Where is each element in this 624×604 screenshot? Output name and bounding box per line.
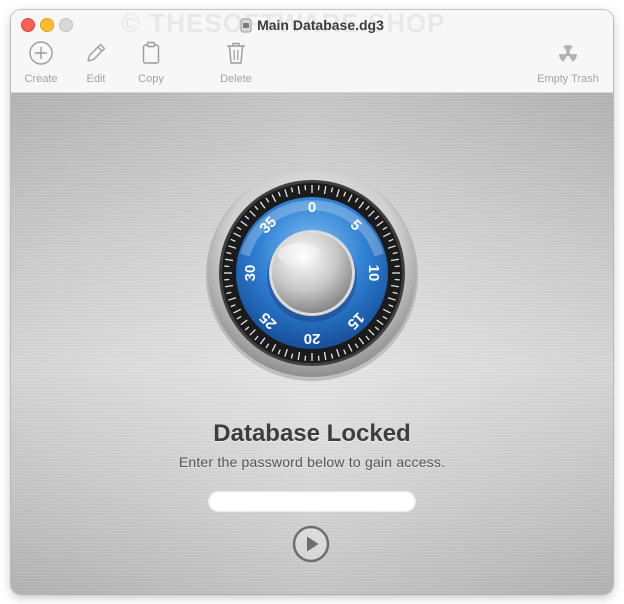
copy-button[interactable]: Copy [121, 40, 181, 85]
trash-icon [206, 40, 266, 66]
dial-number: 30 [242, 265, 259, 282]
plus-circle-icon [11, 40, 71, 66]
database-file-icon [240, 18, 252, 36]
dial-number: 10 [365, 265, 382, 282]
locked-heading: Database Locked [213, 420, 411, 447]
locked-instructions: Enter the password below to gain access. [178, 454, 446, 470]
dial-number: 20 [304, 330, 321, 347]
dial-number: 0 [308, 199, 316, 216]
app-window: © THESOFTWARE.SHOP Main Database.dg3 Cre… [11, 10, 613, 594]
clipboard-icon [121, 40, 181, 66]
unlock-button[interactable] [292, 525, 330, 563]
toolbar: © THESOFTWARE.SHOP Main Database.dg3 Cre… [11, 10, 613, 93]
combination-lock-dial-icon: 0 5 10 15 20 25 30 35 [206, 169, 418, 381]
copy-label: Copy [138, 73, 164, 85]
pencil-icon [66, 40, 126, 66]
play-circle-icon [292, 525, 330, 567]
delete-button[interactable]: Delete [206, 40, 266, 85]
radiation-icon [531, 40, 605, 66]
edit-button[interactable]: Edit [66, 40, 126, 85]
edit-label: Edit [86, 73, 106, 85]
create-button[interactable]: Create [11, 40, 71, 85]
window-title-text: Main Database.dg3 [257, 17, 384, 33]
empty-trash-label: Empty Trash [537, 73, 599, 85]
window-title: Main Database.dg3 [11, 17, 613, 36]
delete-label: Delete [220, 73, 252, 85]
lock-screen: 0 5 10 15 20 25 30 35 Database Locked En… [11, 93, 613, 594]
create-label: Create [24, 73, 58, 85]
empty-trash-button[interactable]: Empty Trash [531, 40, 605, 85]
password-input[interactable] [208, 490, 416, 511]
